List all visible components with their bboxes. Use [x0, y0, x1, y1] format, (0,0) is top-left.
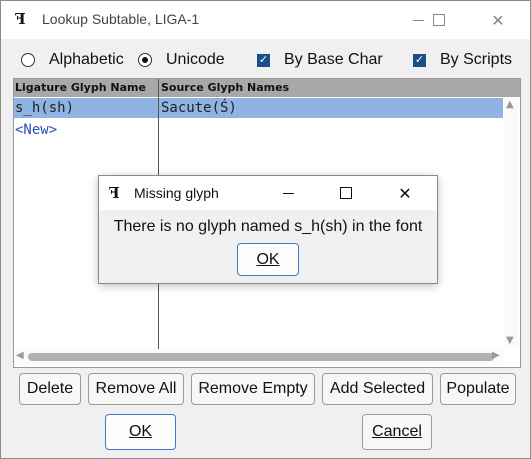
unicode-label: Unicode	[166, 51, 225, 68]
cancel-label: Cancel	[372, 423, 422, 440]
add-selected-button[interactable]: Add Selected	[322, 373, 433, 405]
unicode-radio[interactable]: Unicode	[138, 50, 225, 70]
dialog-ok-label: OK	[256, 250, 280, 268]
fontforge-icon: ꟻ	[15, 10, 26, 28]
scroll-left-icon[interactable]: ◀	[16, 350, 24, 361]
fontforge-icon: ꟻ	[109, 184, 120, 202]
missing-glyph-dialog: ꟻ Missing glyph ✕ There is no glyph name…	[98, 175, 438, 284]
populate-label: Populate	[446, 380, 510, 397]
maximize-icon	[340, 187, 352, 199]
table-row[interactable]: s_h(sh) Sacute(Ś)	[14, 98, 503, 118]
source-cell[interactable]: Sacute(Ś)	[161, 98, 237, 118]
by-base-char-checkbox[interactable]: ✓ By Base Char	[257, 50, 383, 70]
title-bar[interactable]: ꟻ Lookup Subtable, LIGA-1 ✕	[1, 1, 530, 39]
checkmark-icon: ✓	[413, 53, 426, 67]
dialog-title-bar[interactable]: ꟻ Missing glyph ✕	[99, 176, 437, 210]
populate-button[interactable]: Populate	[440, 373, 516, 405]
table-header: Ligature Glyph Name Source Glyph Names	[14, 79, 520, 97]
by-scripts-checkbox[interactable]: ✓ By Scripts	[413, 50, 512, 70]
column-header-source[interactable]: Source Glyph Names	[161, 81, 289, 94]
cancel-button[interactable]: Cancel	[362, 414, 432, 450]
column-header-ligature[interactable]: Ligature Glyph Name	[15, 81, 157, 94]
by-scripts-label: By Scripts	[440, 51, 513, 68]
vertical-scrollbar[interactable]: ▲ ▼	[504, 97, 519, 349]
minimize-icon	[282, 192, 294, 194]
dialog-minimize-button[interactable]	[265, 176, 311, 210]
by-base-char-label: By Base Char	[284, 51, 383, 68]
radio-icon	[21, 53, 35, 67]
scroll-right-icon[interactable]: ▶	[492, 350, 500, 361]
scroll-down-icon[interactable]: ▼	[506, 335, 514, 346]
dialog-close-button[interactable]: ✕	[382, 176, 428, 210]
ok-button[interactable]: OK	[105, 414, 176, 450]
scroll-thumb[interactable]	[28, 353, 494, 361]
remove-empty-label: Remove Empty	[198, 380, 308, 397]
remove-all-button[interactable]: Remove All	[88, 373, 184, 405]
dialog-ok-button[interactable]: OK	[237, 243, 299, 276]
delete-button[interactable]: Delete	[19, 373, 81, 405]
maximize-icon	[433, 14, 445, 26]
dialog-title: Missing glyph	[134, 185, 219, 201]
remove-empty-button[interactable]: Remove Empty	[191, 373, 315, 405]
ligature-cell[interactable]: s_h(sh)	[15, 98, 74, 118]
delete-label: Delete	[26, 380, 74, 397]
ok-label: OK	[128, 423, 153, 440]
new-entry-cell[interactable]: <New>	[15, 120, 57, 140]
remove-all-label: Remove All	[95, 380, 177, 397]
add-selected-label: Add Selected	[329, 380, 426, 397]
dialog-maximize-button[interactable]	[323, 176, 369, 210]
window-title: Lookup Subtable, LIGA-1	[42, 11, 200, 27]
table-row-new[interactable]: <New>	[14, 120, 503, 140]
alphabetic-label: Alphabetic	[49, 51, 124, 68]
horizontal-scrollbar[interactable]: ◀ ▶	[14, 349, 504, 365]
alphabetic-radio[interactable]: Alphabetic	[21, 50, 124, 70]
radio-selected-icon	[138, 53, 152, 67]
maximize-button[interactable]	[416, 1, 462, 39]
dialog-message: There is no glyph named s_h(sh) in the f…	[113, 218, 423, 235]
close-button[interactable]: ✕	[475, 1, 521, 39]
scroll-up-icon[interactable]: ▲	[506, 99, 514, 110]
close-icon: ✕	[491, 10, 505, 30]
close-icon: ✕	[398, 183, 412, 203]
checkmark-icon: ✓	[257, 53, 270, 67]
